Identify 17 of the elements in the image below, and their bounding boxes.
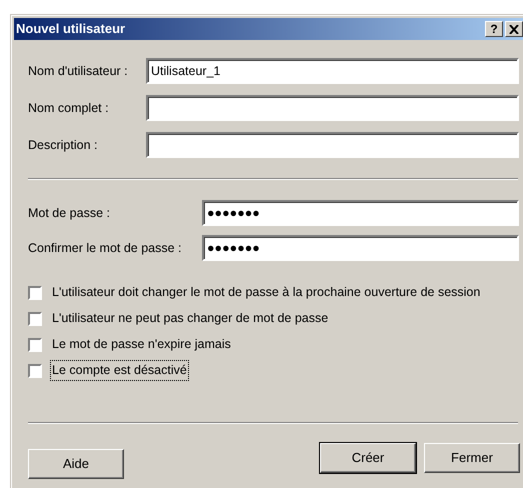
checkbox-label[interactable]: L'utilisateur doit changer le mot de passe à la prochaine ouverture de session [50,282,482,303]
help-button[interactable]: Aide [28,449,124,479]
window-title: Nouvel utilisateur [16,20,126,38]
checkbox-label[interactable]: Le compte est désactivé [50,360,189,381]
field-label: Mot de passe : [28,204,111,222]
help-button[interactable]: ? [485,21,503,37]
field-label: Description : [28,136,98,154]
checkbox-label[interactable]: L'utilisateur ne peut pas changer de mot de passe [50,308,330,329]
password-field[interactable]: ●●●●●●● [202,235,519,261]
field-label: Confirmer le mot de passe : [28,240,183,257]
dialog-button[interactable]: Créer [320,443,416,473]
checkbox-label[interactable]: Le mot de passe n'expire jamais [50,334,233,355]
dialog-button[interactable]: Fermer [424,443,520,473]
password-field[interactable]: ●●●●●●● [202,200,519,226]
field-label: Nom d'utilisateur : [28,62,129,80]
text-field[interactable]: Utilisateur_1 [146,58,519,84]
field-label: Nom complet : [28,100,110,117]
